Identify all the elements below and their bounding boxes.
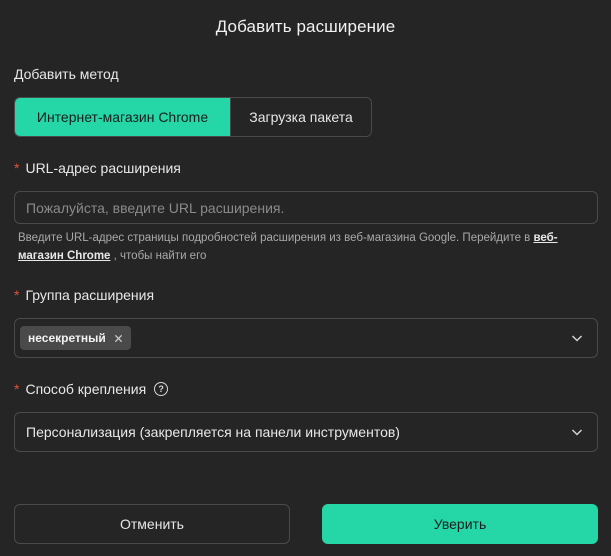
pin-select-value: Персонализация (закрепляется на панели и… — [26, 424, 400, 440]
group-select[interactable]: несекретный — [14, 318, 598, 358]
group-label: * Группа расширения — [14, 287, 154, 303]
add-extension-dialog: Добавить расширение Добавить метод Интер… — [0, 0, 611, 556]
cancel-button[interactable]: Отменить — [14, 504, 290, 544]
pin-label-text: Способ крепления — [25, 381, 147, 397]
chevron-down-icon — [571, 335, 583, 342]
group-tag: несекретный — [20, 326, 131, 350]
chevron-down-icon — [571, 429, 583, 436]
url-hint: Введите URL-адрес страницы подробностей … — [18, 229, 603, 265]
url-hint-text: Введите URL-адрес страницы подробностей … — [18, 232, 534, 244]
method-segmented-control: Интернет-магазин Chrome Загрузка пакета — [14, 97, 372, 137]
url-input[interactable] — [14, 191, 598, 224]
method-option-chrome-store[interactable]: Интернет-магазин Chrome — [15, 98, 230, 136]
group-label-text: Группа расширения — [25, 287, 155, 303]
pin-select[interactable]: Персонализация (закрепляется на панели и… — [14, 412, 598, 452]
help-icon[interactable]: ? — [154, 382, 169, 396]
pin-label: * Способ крепления ? — [14, 381, 169, 397]
url-label: * URL-адрес расширения — [14, 160, 181, 176]
required-mark: * — [14, 287, 20, 303]
method-option-package-upload[interactable]: Загрузка пакета — [230, 98, 371, 136]
group-tag-label: несекретный — [28, 331, 106, 345]
required-mark: * — [14, 160, 20, 176]
method-label-text: Добавить метод — [14, 66, 119, 82]
required-mark: * — [14, 381, 20, 397]
dialog-title: Добавить расширение — [215, 17, 396, 36]
confirm-button[interactable]: Уверить — [322, 504, 598, 544]
url-hint-tail: , чтобы найти его — [110, 250, 207, 262]
url-label-text: URL-адрес расширения — [25, 160, 181, 176]
method-label: Добавить метод — [14, 66, 119, 82]
close-icon[interactable] — [114, 334, 123, 343]
